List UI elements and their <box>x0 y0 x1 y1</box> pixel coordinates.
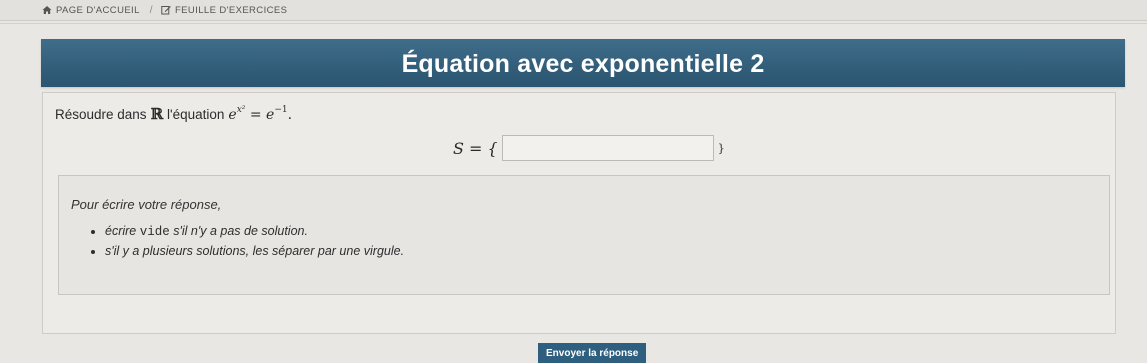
instructions-box: Pour écrire votre réponse, écrire vide s… <box>58 175 1110 295</box>
equation-end: . <box>287 107 293 123</box>
breadcrumb: PAGE D'ACCUEIL / FEUILLE D'EXERCICES <box>0 0 1147 21</box>
instructions-list: écrire vide s'il n'y a pas de solution. … <box>73 224 404 263</box>
title-banner: Équation avec exponentielle 2 <box>41 39 1125 87</box>
answer-suffix: } <box>717 141 725 155</box>
statement-middle: l'équation <box>167 107 225 122</box>
breadcrumb-home-link[interactable]: PAGE D'ACCUEIL <box>42 5 140 16</box>
breadcrumb-separator: / <box>149 4 153 16</box>
statement-prefix: Résoudre dans <box>55 107 147 122</box>
home-icon <box>42 5 52 15</box>
breadcrumb-home-label: PAGE D'ACCUEIL <box>56 4 140 16</box>
question-panel: Résoudre dans ℝ l'équation ex² = e−1. S … <box>42 92 1116 334</box>
answer-row: S = { } <box>453 135 725 161</box>
answer-prefix: S = { <box>453 138 498 158</box>
breadcrumb-exercise-sheet-link[interactable]: FEUILLE D'EXERCICES <box>161 5 287 16</box>
equation-equals: = <box>245 107 267 123</box>
instructions-title: Pour écrire votre réponse, <box>71 197 222 212</box>
list-item: s'il y a plusieurs solutions, les sépare… <box>105 244 404 258</box>
instruction-1-before: écrire <box>105 224 137 238</box>
equation-exponent-right: −1 <box>274 105 288 115</box>
equation-base-left: e <box>228 107 237 123</box>
instruction-1-after: s'il n'y a pas de solution. <box>173 224 308 238</box>
answer-input[interactable] <box>501 135 714 161</box>
submit-button[interactable]: Envoyer la réponse <box>538 343 647 363</box>
equation: ex² = e−1. <box>228 105 292 123</box>
real-set-symbol: ℝ <box>150 105 164 123</box>
question-statement: Résoudre dans ℝ l'équation ex² = e−1. <box>55 105 292 123</box>
instruction-1-code: vide <box>139 225 170 239</box>
breadcrumb-current-label: FEUILLE D'EXERCICES <box>174 4 288 16</box>
page-title: Équation avec exponentielle 2 <box>401 49 765 78</box>
list-item: écrire vide s'il n'y a pas de solution. <box>105 224 404 239</box>
divider <box>0 23 1147 24</box>
edit-icon <box>161 5 171 15</box>
